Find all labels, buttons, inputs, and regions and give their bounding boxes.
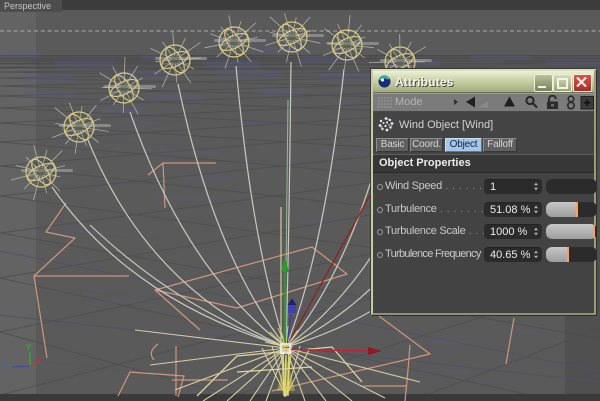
svg-text:Z: Z xyxy=(2,363,7,372)
svg-text:Y: Y xyxy=(26,343,32,352)
svg-text:X: X xyxy=(36,357,42,366)
